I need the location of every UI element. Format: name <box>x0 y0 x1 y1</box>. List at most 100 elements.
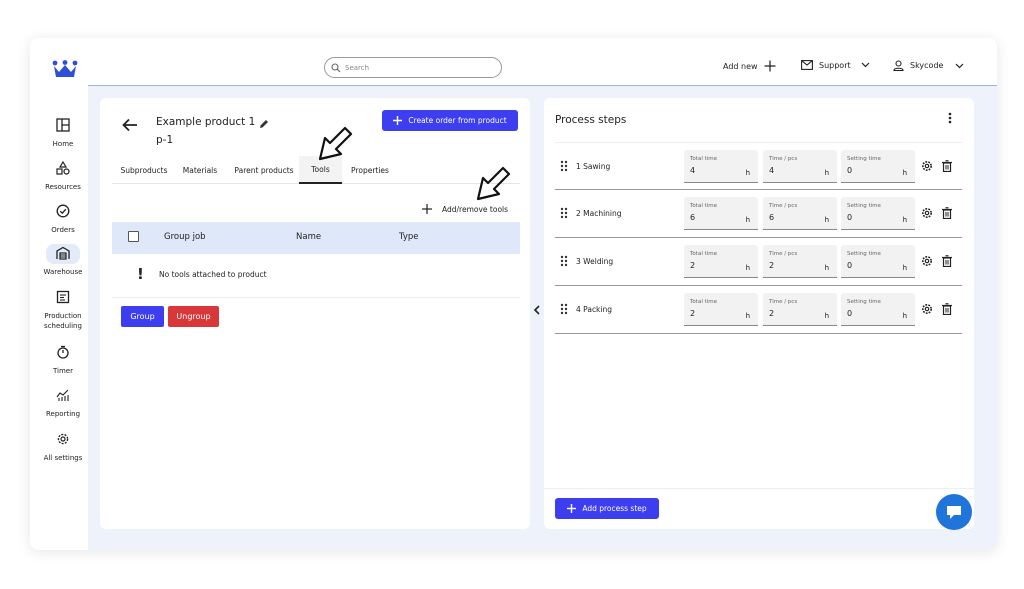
back-arrow-icon[interactable] <box>122 118 138 132</box>
shapes-icon <box>56 160 70 175</box>
sidebar-item-all-settings[interactable]: All settings <box>30 430 96 463</box>
add-new-label: Add new <box>723 61 758 71</box>
field-value: 0 <box>847 213 853 222</box>
chat-bubble-icon <box>947 506 961 519</box>
process-step-row[interactable]: 1 Sawing Total time 4 h Time / pcs 4 h Setti… <box>555 142 962 190</box>
field-label: Time / pcs <box>769 203 798 209</box>
time-per-pcs-field[interactable]: Time / pcs 2 h <box>763 293 837 326</box>
drag-handle-icon[interactable] <box>560 303 568 315</box>
empty-message: No tools attached to product <box>159 270 267 279</box>
search-input[interactable]: Search <box>324 57 502 78</box>
chart-icon <box>56 389 69 401</box>
field-unit: h <box>902 169 907 177</box>
tab-materials[interactable]: Materials <box>176 156 224 184</box>
setting-time-field[interactable]: Setting time 0 h <box>841 150 915 183</box>
product-panel: Example product 1 p-1 Create order from … <box>100 98 530 529</box>
page-title: Example product 1 p-1 <box>156 113 255 149</box>
time-per-pcs-field[interactable]: Time / pcs 2 h <box>763 245 837 278</box>
field-label: Time / pcs <box>769 299 798 305</box>
panel-divider <box>544 488 974 489</box>
search-icon <box>331 62 341 72</box>
cursor-arrow-icon <box>476 166 511 201</box>
process-step-row[interactable]: 3 Welding Total time 2 h Time / pcs 2 h Sett… <box>555 238 962 286</box>
more-vertical-icon[interactable] <box>948 112 952 124</box>
mail-icon <box>801 60 813 70</box>
field-unit: h <box>745 312 750 320</box>
drag-handle-icon[interactable] <box>560 160 568 172</box>
field-value: 0 <box>847 166 853 175</box>
field-label: Setting time <box>847 156 881 162</box>
sidebar-item-resources[interactable]: Resources <box>30 159 96 192</box>
field-value: 2 <box>690 309 696 318</box>
plus-icon <box>422 204 432 214</box>
setting-time-field[interactable]: Setting time 0 h <box>841 245 915 278</box>
add-remove-tools-button[interactable]: Add/remove tools <box>422 204 508 214</box>
setting-time-field[interactable]: Setting time 0 h <box>841 197 915 230</box>
sidebar-item-production-scheduling[interactable]: Production scheduling <box>30 288 96 331</box>
sidebar-item-label: Warehouse <box>43 268 83 276</box>
add-remove-label: Add/remove tools <box>442 204 509 214</box>
sidebar-item-label: Timer <box>52 367 73 375</box>
search-placeholder: Search <box>345 63 370 72</box>
group-button[interactable]: Group <box>121 306 164 327</box>
chevron-left-icon[interactable] <box>533 305 541 315</box>
total-time-field[interactable]: Total time 4 h <box>684 150 758 183</box>
step-name: 3 Welding <box>576 257 614 266</box>
field-unit: h <box>824 169 829 177</box>
tab-parent-products[interactable]: Parent products <box>230 156 298 184</box>
add-process-step-button[interactable]: Add process step <box>555 498 659 519</box>
ungroup-button[interactable]: Ungroup <box>168 306 219 327</box>
sidebar-item-orders[interactable]: Orders <box>30 202 96 235</box>
tab-subproducts[interactable]: Subproducts <box>112 156 176 184</box>
total-time-field[interactable]: Total time 2 h <box>684 293 758 326</box>
chat-button[interactable] <box>936 494 972 530</box>
pencil-icon[interactable] <box>258 118 270 130</box>
field-value: 6 <box>690 213 696 222</box>
add-new-button[interactable]: Add new <box>723 60 776 72</box>
gear-icon[interactable] <box>921 303 933 315</box>
setting-time-field[interactable]: Setting time 0 h <box>841 293 915 326</box>
plus-icon <box>764 60 776 72</box>
support-menu[interactable]: Support <box>801 60 870 70</box>
sidebar-item-timer[interactable]: Timer <box>30 343 96 376</box>
sidebar-item-warehouse[interactable]: Warehouse <box>30 244 96 277</box>
field-unit: h <box>824 312 829 320</box>
column-header-type: Type <box>399 232 419 242</box>
user-menu[interactable]: Skycode <box>893 60 964 71</box>
field-label: Time / pcs <box>769 156 798 162</box>
gear-icon[interactable] <box>921 207 933 219</box>
create-order-button[interactable]: Create order from product <box>382 110 518 131</box>
field-label: Total time <box>690 299 718 305</box>
timer-icon <box>57 345 69 359</box>
empty-state-row: ! No tools attached to product <box>112 254 520 298</box>
gear-icon[interactable] <box>921 160 933 172</box>
trash-icon[interactable] <box>941 303 953 315</box>
step-name: 1 Sawing <box>576 162 611 171</box>
process-step-row[interactable]: 4 Packing Total time 2 h Time / pcs 2 h Sett… <box>555 286 962 334</box>
trash-icon[interactable] <box>941 207 953 219</box>
gear-icon[interactable] <box>921 255 933 267</box>
time-per-pcs-field[interactable]: Time / pcs 4 h <box>763 150 837 183</box>
select-all-checkbox[interactable] <box>128 231 139 242</box>
field-label: Total time <box>690 251 718 257</box>
tools-table-header: Group job Name Type <box>112 222 520 254</box>
column-header-name: Name <box>296 232 322 242</box>
sidebar-item-label: Reporting <box>45 410 81 418</box>
time-per-pcs-field[interactable]: Time / pcs 6 h <box>763 197 837 230</box>
total-time-field[interactable]: Total time 2 h <box>684 245 758 278</box>
column-header-group-job: Group job <box>164 232 206 242</box>
process-step-row[interactable]: 2 Machining Total time 6 h Time / pcs 6 h Se… <box>555 190 962 238</box>
field-label: Setting time <box>847 251 881 257</box>
create-order-label: Create order from product <box>408 116 507 125</box>
field-label: Time / pcs <box>769 251 798 257</box>
tab-properties[interactable]: Properties <box>346 156 394 184</box>
total-time-field[interactable]: Total time 6 h <box>684 197 758 230</box>
drag-handle-icon[interactable] <box>560 207 568 219</box>
exclamation-icon: ! <box>137 265 144 283</box>
trash-icon[interactable] <box>941 160 953 172</box>
sidebar-item-home[interactable]: Home <box>30 116 96 149</box>
drag-handle-icon[interactable] <box>560 255 568 267</box>
field-value: 2 <box>769 309 775 318</box>
trash-icon[interactable] <box>941 255 953 267</box>
sidebar-item-reporting[interactable]: Reporting <box>30 386 96 419</box>
